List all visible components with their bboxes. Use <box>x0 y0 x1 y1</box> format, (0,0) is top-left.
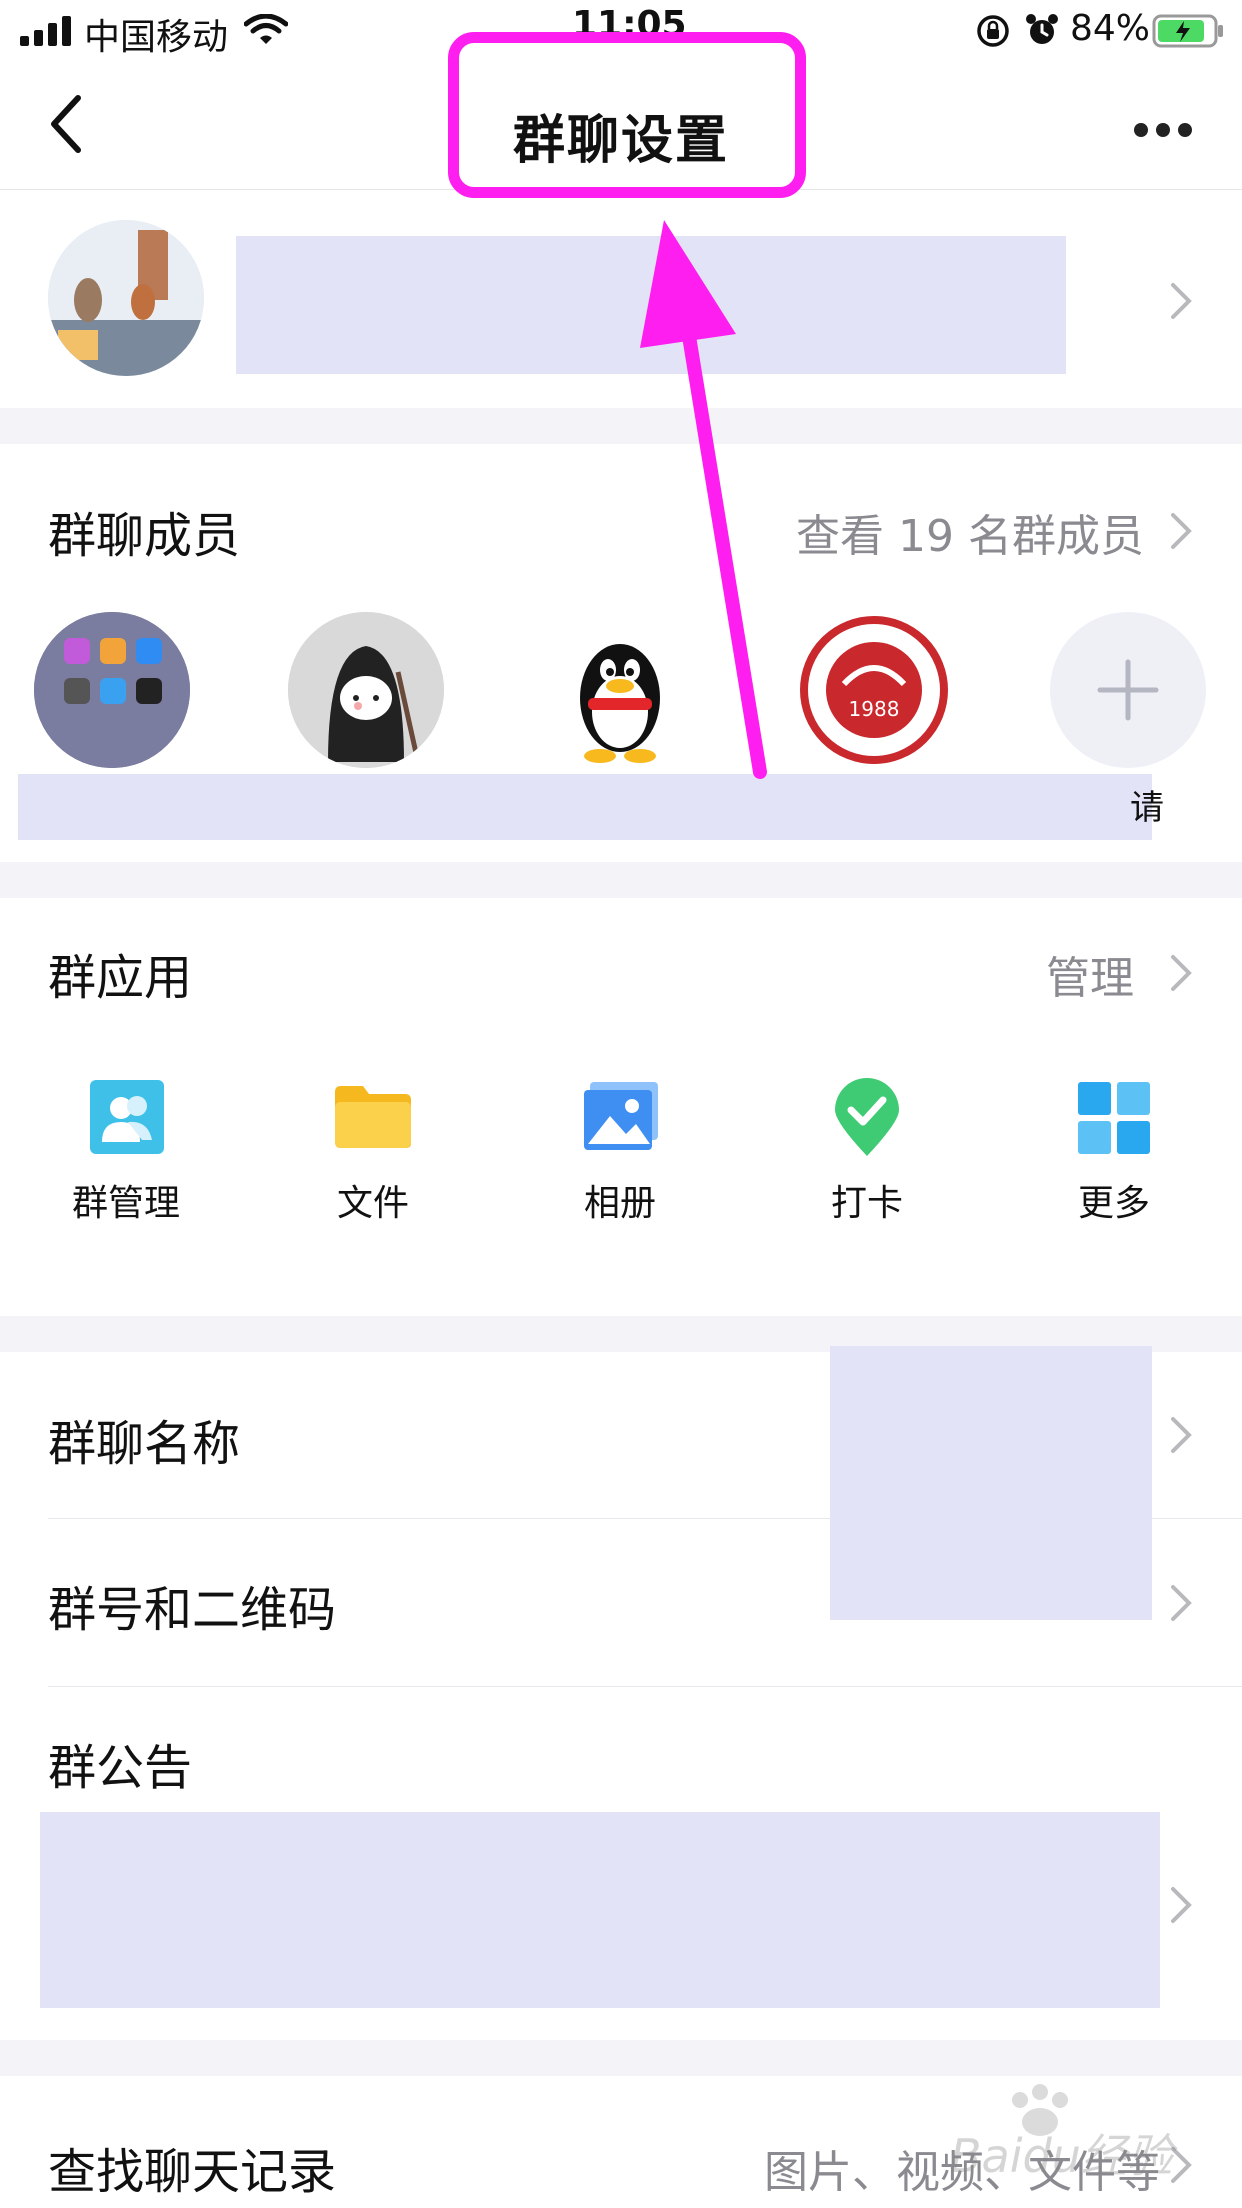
annotation-arrow <box>640 220 767 779</box>
